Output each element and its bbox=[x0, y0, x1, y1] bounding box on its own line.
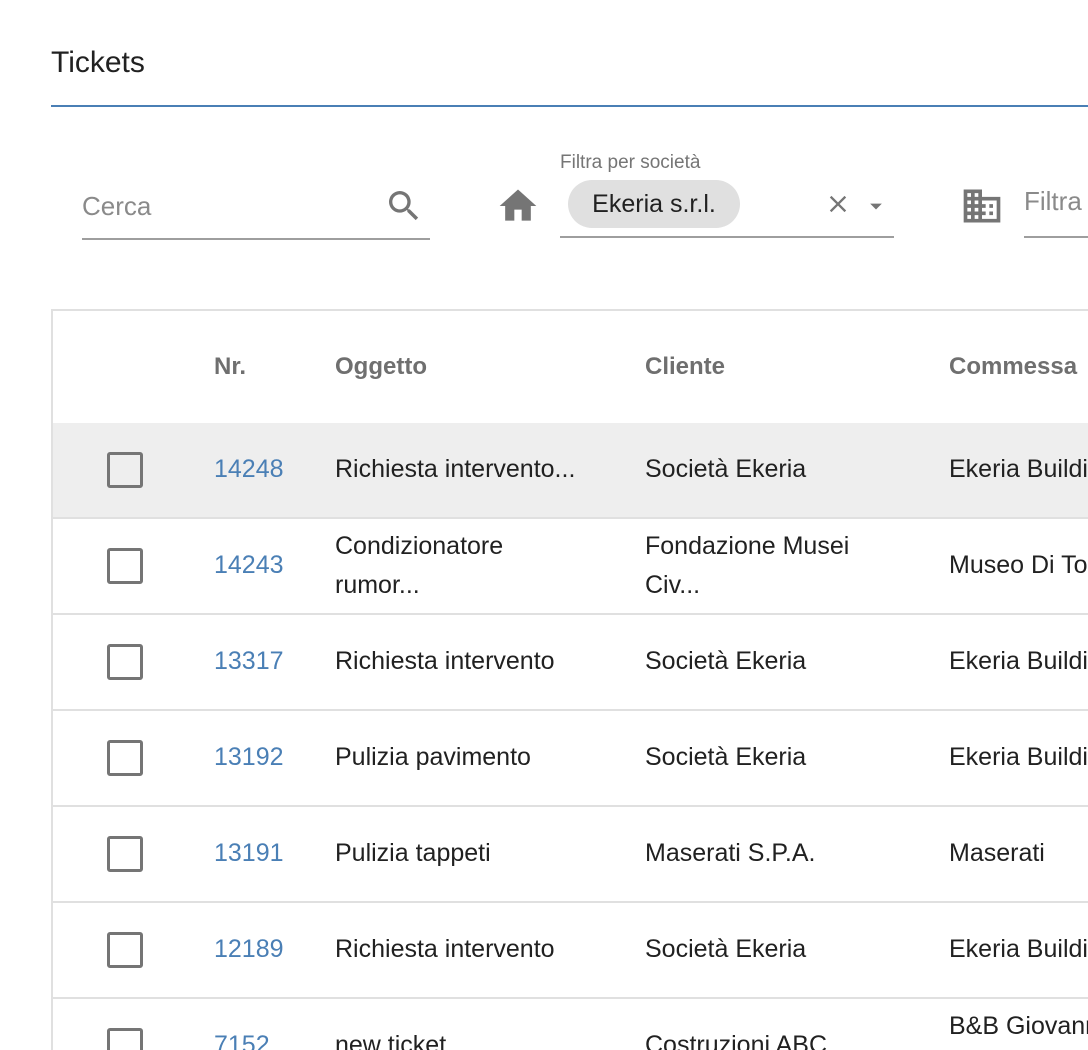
column-header-commessa[interactable]: Commessa bbox=[949, 353, 1077, 381]
ticket-order: B&B Giovann bbox=[949, 1012, 1088, 1040]
ticket-subject: Richiesta intervento bbox=[335, 647, 555, 675]
ticket-subject-line-2: rumor... bbox=[335, 571, 420, 599]
ticket-order: Ekeria Buildi bbox=[949, 935, 1088, 963]
ticket-client: Fondazione Musei Civ... bbox=[645, 527, 925, 605]
home-icon bbox=[499, 189, 537, 221]
row-checkbox[interactable] bbox=[107, 548, 143, 584]
clear-icon[interactable] bbox=[824, 190, 852, 218]
ticket-number-link[interactable]: 7152 bbox=[214, 1026, 270, 1050]
row-checkbox[interactable] bbox=[107, 836, 143, 872]
row-checkbox[interactable] bbox=[107, 452, 143, 488]
page-title: Tickets bbox=[51, 46, 145, 79]
table-row[interactable]: 13317 Richiesta intervento Società Ekeri… bbox=[53, 615, 1088, 711]
ticket-subject: Condizionatore rumor... bbox=[335, 527, 625, 605]
ticket-number-link[interactable]: 12189 bbox=[214, 930, 284, 969]
ticket-number-link[interactable]: 14243 bbox=[214, 546, 284, 585]
ticket-order: Museo Di To bbox=[949, 551, 1088, 579]
ticket-number-link[interactable]: 13191 bbox=[214, 834, 284, 873]
column-header-oggetto[interactable]: Oggetto bbox=[335, 353, 427, 381]
ticket-client-line-1: Fondazione Musei bbox=[645, 532, 850, 560]
building-icon bbox=[963, 189, 1001, 223]
building-filter-placeholder: Filtra bbox=[1024, 186, 1082, 216]
ticket-order: Maserati bbox=[949, 839, 1045, 867]
table-row[interactable]: 13192 Pulizia pavimento Società Ekeria E… bbox=[53, 711, 1088, 807]
row-checkbox[interactable] bbox=[107, 644, 143, 680]
search-icon[interactable] bbox=[384, 186, 424, 226]
table-row[interactable]: 12189 Richiesta intervento Società Ekeri… bbox=[53, 903, 1088, 999]
ticket-number-link[interactable]: 13317 bbox=[214, 642, 284, 681]
column-header-nr[interactable]: Nr. bbox=[214, 353, 246, 381]
ticket-order: Ekeria Buildi bbox=[949, 455, 1088, 483]
table-header: Nr. Oggetto Cliente Commessa bbox=[53, 311, 1088, 425]
row-checkbox[interactable] bbox=[107, 740, 143, 776]
ticket-subject: new ticket bbox=[335, 1031, 447, 1050]
title-divider bbox=[51, 105, 1088, 107]
ticket-number-link[interactable]: 13192 bbox=[214, 738, 284, 777]
ticket-client: Società Ekeria bbox=[645, 647, 807, 675]
ticket-subject: Pulizia pavimento bbox=[335, 743, 531, 771]
table-row[interactable]: 14243 Condizionatore rumor... Fondazione… bbox=[53, 519, 1088, 615]
ticket-subject: Richiesta intervento bbox=[335, 935, 555, 963]
ticket-client: Società Ekeria bbox=[645, 455, 807, 483]
ticket-client: Società Ekeria bbox=[645, 743, 807, 771]
building-filter-select[interactable]: Filtra bbox=[1024, 178, 1088, 238]
table-row[interactable]: 13191 Pulizia tappeti Maserati S.P.A. Ma… bbox=[53, 807, 1088, 903]
ticket-number-link[interactable]: 14248 bbox=[214, 450, 284, 489]
ticket-client-line-2: Civ... bbox=[645, 571, 701, 599]
row-checkbox[interactable] bbox=[107, 1028, 143, 1050]
row-checkbox[interactable] bbox=[107, 932, 143, 968]
company-filter-label: Filtra per società bbox=[560, 152, 701, 173]
ticket-subject-line-1: Condizionatore bbox=[335, 532, 504, 560]
table-row[interactable]: 7152 new ticket Costruzioni ABC B&B Giov… bbox=[53, 999, 1088, 1050]
tickets-page: Tickets Filtra per società Ekeria s.r.l.… bbox=[0, 0, 1088, 1050]
ticket-order: Ekeria Buildi bbox=[949, 743, 1088, 771]
tickets-table: Nr. Oggetto Cliente Commessa 14248 Richi… bbox=[51, 309, 1088, 1050]
search-field[interactable] bbox=[82, 178, 430, 240]
ticket-client: Costruzioni ABC bbox=[645, 1031, 828, 1050]
ticket-subject: Pulizia tappeti bbox=[335, 839, 491, 867]
company-chip[interactable]: Ekeria s.r.l. bbox=[568, 180, 740, 228]
column-header-cliente[interactable]: Cliente bbox=[645, 353, 725, 381]
ticket-order: Ekeria Buildi bbox=[949, 647, 1088, 675]
search-input[interactable] bbox=[82, 178, 372, 234]
ticket-client: Società Ekeria bbox=[645, 935, 807, 963]
dropdown-arrow-icon[interactable] bbox=[862, 192, 890, 220]
ticket-subject: Richiesta intervento... bbox=[335, 455, 576, 483]
company-filter-select[interactable]: Ekeria s.r.l. bbox=[560, 178, 894, 238]
table-row[interactable]: 14248 Richiesta intervento... Società Ek… bbox=[53, 423, 1088, 519]
ticket-client: Maserati S.P.A. bbox=[645, 839, 816, 867]
